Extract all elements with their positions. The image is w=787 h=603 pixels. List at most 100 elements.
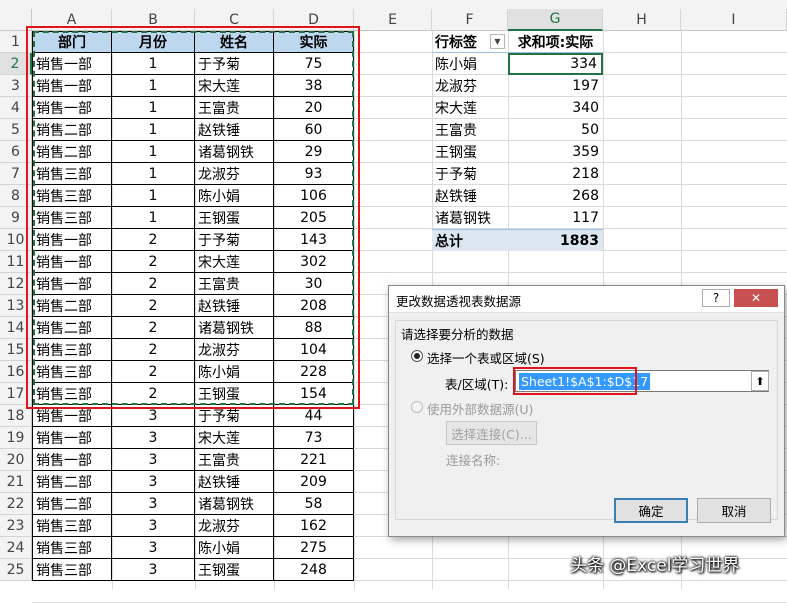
table-cell[interactable]: 销售三部 — [32, 559, 112, 581]
row-header-8[interactable]: 8 — [0, 185, 32, 207]
pivot-total-value[interactable]: 1883 — [508, 229, 603, 251]
pivot-row-label[interactable]: 赵铁锤 — [432, 185, 508, 207]
pivot-filter-dropdown-icon[interactable]: ▼ — [490, 34, 505, 49]
table-cell[interactable]: 陈小娟 — [195, 185, 274, 207]
table-cell[interactable]: 205 — [274, 207, 354, 229]
table-cell[interactable]: 3 — [112, 559, 195, 581]
table-cell[interactable]: 73 — [274, 427, 354, 449]
pivot-value[interactable]: 268 — [508, 185, 603, 207]
table-cell[interactable]: 228 — [274, 361, 354, 383]
row-header-22[interactable]: 22 — [0, 493, 32, 515]
table-header-cell[interactable]: 姓名 — [195, 31, 274, 53]
pivot-row-label[interactable]: 于予菊 — [432, 163, 508, 185]
table-cell[interactable]: 1 — [112, 185, 195, 207]
table-cell[interactable]: 60 — [274, 119, 354, 141]
external-source-radio[interactable] — [411, 401, 423, 413]
table-header-cell[interactable]: 月份 — [112, 31, 195, 53]
table-cell[interactable]: 88 — [274, 317, 354, 339]
pivot-row-label[interactable]: 宋大莲 — [432, 97, 508, 119]
table-cell[interactable]: 于予菊 — [195, 53, 274, 75]
table-cell[interactable]: 3 — [112, 427, 195, 449]
table-cell[interactable]: 销售三部 — [32, 515, 112, 537]
pivot-value[interactable]: 218 — [508, 163, 603, 185]
table-cell[interactable]: 221 — [274, 449, 354, 471]
table-cell[interactable]: 陈小娟 — [195, 361, 274, 383]
table-cell[interactable]: 3 — [112, 449, 195, 471]
table-cell[interactable]: 29 — [274, 141, 354, 163]
table-cell[interactable]: 于予菊 — [195, 229, 274, 251]
table-cell[interactable]: 销售二部 — [32, 295, 112, 317]
table-cell[interactable]: 诸葛钢铁 — [195, 493, 274, 515]
ok-button[interactable]: 确定 — [614, 498, 688, 523]
table-cell[interactable]: 诸葛钢铁 — [195, 141, 274, 163]
pivot-value-header[interactable]: 求和项:实际 — [508, 31, 603, 53]
table-cell[interactable]: 王富贵 — [195, 449, 274, 471]
column-header-C[interactable]: C — [195, 9, 274, 31]
table-cell[interactable]: 销售三部 — [32, 163, 112, 185]
table-cell[interactable]: 275 — [274, 537, 354, 559]
row-header-23[interactable]: 23 — [0, 515, 32, 537]
table-cell[interactable]: 2 — [112, 317, 195, 339]
table-cell[interactable]: 销售二部 — [32, 317, 112, 339]
choose-connection-button[interactable]: 选择连接(C)... — [446, 421, 537, 445]
table-cell[interactable]: 赵铁锤 — [195, 471, 274, 493]
row-header-14[interactable]: 14 — [0, 317, 32, 339]
range-input[interactable]: Sheet1!$A$1:$D$17 — [515, 370, 769, 392]
table-cell[interactable]: 3 — [112, 405, 195, 427]
table-cell[interactable]: 208 — [274, 295, 354, 317]
table-cell[interactable]: 248 — [274, 559, 354, 581]
table-cell[interactable]: 1 — [112, 141, 195, 163]
table-cell[interactable]: 王钢蛋 — [195, 383, 274, 405]
table-cell[interactable]: 销售一部 — [32, 75, 112, 97]
table-cell[interactable]: 20 — [274, 97, 354, 119]
table-cell[interactable]: 销售三部 — [32, 361, 112, 383]
row-header-16[interactable]: 16 — [0, 361, 32, 383]
pivot-row-label[interactable]: 王钢蛋 — [432, 141, 508, 163]
table-cell[interactable]: 销售一部 — [32, 427, 112, 449]
row-header-6[interactable]: 6 — [0, 141, 32, 163]
table-cell[interactable]: 宋大莲 — [195, 427, 274, 449]
table-cell[interactable]: 154 — [274, 383, 354, 405]
row-header-19[interactable]: 19 — [0, 427, 32, 449]
row-header-20[interactable]: 20 — [0, 449, 32, 471]
table-cell[interactable]: 诸葛钢铁 — [195, 317, 274, 339]
pivot-value[interactable]: 340 — [508, 97, 603, 119]
pivot-row-label[interactable]: 陈小娟 — [432, 53, 508, 75]
collapse-dialog-button[interactable]: ⬆ — [751, 371, 769, 391]
row-header-18[interactable]: 18 — [0, 405, 32, 427]
table-cell[interactable]: 3 — [112, 515, 195, 537]
table-cell[interactable]: 赵铁锤 — [195, 119, 274, 141]
table-cell[interactable]: 赵铁锤 — [195, 295, 274, 317]
table-cell[interactable]: 销售一部 — [32, 229, 112, 251]
row-header-10[interactable]: 10 — [0, 229, 32, 251]
table-cell[interactable]: 302 — [274, 251, 354, 273]
column-header-F[interactable]: F — [432, 9, 508, 31]
column-header-H[interactable]: H — [603, 9, 681, 31]
table-cell[interactable]: 王富贵 — [195, 273, 274, 295]
pivot-value[interactable]: 334 — [508, 53, 603, 75]
row-header-11[interactable]: 11 — [0, 251, 32, 273]
table-cell[interactable]: 销售一部 — [32, 273, 112, 295]
table-cell[interactable]: 销售一部 — [32, 449, 112, 471]
table-cell[interactable]: 2 — [112, 361, 195, 383]
table-cell[interactable]: 王钢蛋 — [195, 207, 274, 229]
table-cell[interactable]: 75 — [274, 53, 354, 75]
table-cell[interactable]: 106 — [274, 185, 354, 207]
cancel-button[interactable]: 取消 — [697, 498, 771, 523]
row-header-1[interactable]: 1 — [0, 31, 32, 53]
select-range-radio[interactable] — [411, 350, 423, 362]
pivot-value[interactable]: 359 — [508, 141, 603, 163]
table-cell[interactable]: 销售二部 — [32, 119, 112, 141]
table-cell[interactable]: 宋大莲 — [195, 251, 274, 273]
table-cell[interactable]: 104 — [274, 339, 354, 361]
row-header-5[interactable]: 5 — [0, 119, 32, 141]
table-cell[interactable]: 38 — [274, 75, 354, 97]
table-cell[interactable]: 宋大莲 — [195, 75, 274, 97]
row-header-12[interactable]: 12 — [0, 273, 32, 295]
table-cell[interactable]: 销售一部 — [32, 97, 112, 119]
table-cell[interactable]: 销售三部 — [32, 537, 112, 559]
table-cell[interactable]: 209 — [274, 471, 354, 493]
column-header-G[interactable]: G — [508, 9, 603, 31]
pivot-row-label[interactable]: 王富贵 — [432, 119, 508, 141]
pivot-row-label[interactable]: 诸葛钢铁 — [432, 207, 508, 229]
